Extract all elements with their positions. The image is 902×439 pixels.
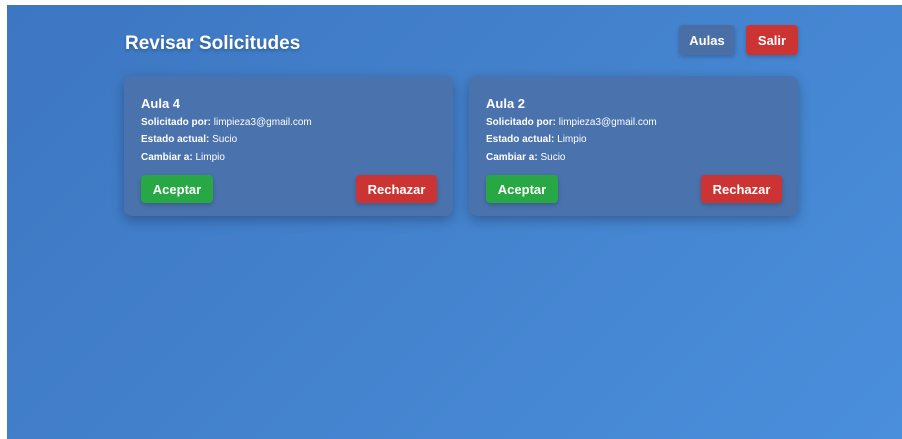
reject-button[interactable]: Rechazar bbox=[356, 175, 437, 203]
card-title: Aula 2 bbox=[486, 96, 526, 111]
logout-button[interactable]: Salir bbox=[746, 25, 798, 55]
request-card: Aula 2 Solicitado por: limpieza3@gmail.c… bbox=[469, 76, 798, 216]
card-title: Aula 4 bbox=[141, 96, 181, 111]
requested-by-line: Solicitado por: limpieza3@gmail.com bbox=[141, 117, 312, 128]
requested-by-label: Solicitado por: bbox=[486, 117, 556, 128]
change-to-value: Sucio bbox=[540, 152, 566, 163]
current-state-line: Estado actual: Sucio bbox=[141, 134, 237, 145]
accept-button[interactable]: Aceptar bbox=[141, 175, 213, 203]
requested-by-value: limpieza3@gmail.com bbox=[558, 117, 657, 128]
change-to-line: Cambiar a: Sucio bbox=[486, 152, 565, 163]
accept-button[interactable]: Aceptar bbox=[486, 175, 558, 203]
change-to-value: Limpio bbox=[195, 152, 225, 163]
current-state-value: Limpio bbox=[557, 134, 587, 145]
aulas-button[interactable]: Aulas bbox=[679, 25, 735, 55]
app-frame: Revisar Solicitudes Aulas Salir Aula 4 S… bbox=[7, 5, 902, 439]
current-state-label: Estado actual: bbox=[141, 134, 210, 145]
request-card: Aula 4 Solicitado por: limpieza3@gmail.c… bbox=[124, 76, 453, 216]
requested-by-label: Solicitado por: bbox=[141, 117, 211, 128]
change-to-line: Cambiar a: Limpio bbox=[141, 152, 225, 163]
page-title: Revisar Solicitudes bbox=[125, 33, 301, 54]
reject-button[interactable]: Rechazar bbox=[701, 175, 782, 203]
change-to-label: Cambiar a: bbox=[486, 152, 538, 163]
current-state-value: Sucio bbox=[212, 134, 238, 145]
current-state-label: Estado actual: bbox=[486, 134, 555, 145]
requested-by-value: limpieza3@gmail.com bbox=[213, 117, 312, 128]
change-to-label: Cambiar a: bbox=[141, 152, 193, 163]
requested-by-line: Solicitado por: limpieza3@gmail.com bbox=[486, 117, 657, 128]
current-state-line: Estado actual: Limpio bbox=[486, 134, 587, 145]
